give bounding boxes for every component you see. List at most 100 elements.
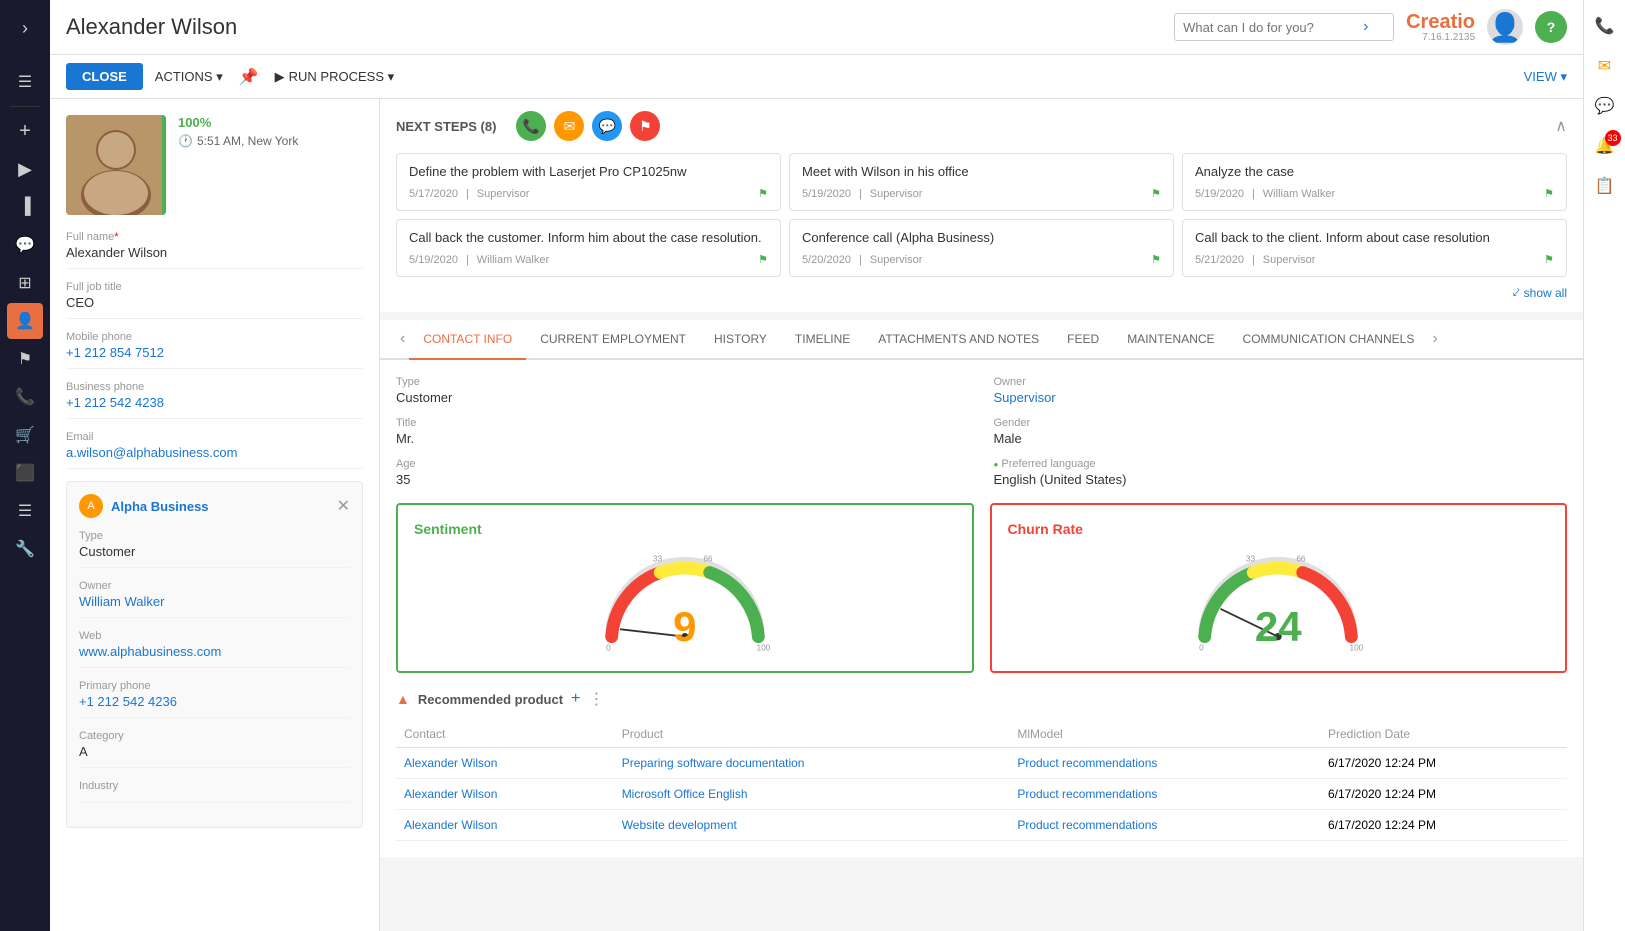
close-button[interactable]: CLOSE [66,63,143,90]
flag-action-button[interactable]: ⚑ [630,111,660,141]
logo-text: Creatio [1406,12,1475,32]
owner-value[interactable]: Supervisor [994,390,1568,405]
tab-feed[interactable]: FEED [1053,320,1113,360]
actions-button[interactable]: ACTIONS ▾ [155,69,223,85]
task-card[interactable]: Conference call (Alpha Business) 5/20/20… [789,219,1174,277]
nav-cart-icon[interactable]: 🛒 [7,417,43,453]
task-title: Call back to the client. Inform about ca… [1195,230,1554,245]
account-web-field: Web www.alphabusiness.com [79,630,350,668]
task-card[interactable]: Call back the customer. Inform him about… [396,219,781,277]
tab-maintenance[interactable]: MAINTENANCE [1113,320,1228,360]
nav-play-icon[interactable]: ▶ [7,151,43,187]
account-header: A Alpha Business ✕ [79,494,350,518]
profile-time: 🕐 5:51 AM, New York [178,134,298,148]
collapse-button[interactable]: ∧ [1555,116,1567,136]
help-icon[interactable]: ? [1535,11,1567,43]
contact-cell[interactable]: Alexander Wilson [396,810,614,841]
phone-sidebar-icon[interactable]: 📞 [1587,8,1623,44]
view-button[interactable]: VIEW ▾ [1524,69,1567,85]
tasks-sidebar-icon[interactable]: 📋 [1587,168,1623,204]
job-title-value: CEO [66,295,363,310]
churn-title: Churn Rate [1008,521,1550,537]
nav-flag-icon[interactable]: ⚑ [7,341,43,377]
type-value: Customer [396,390,970,405]
task-card[interactable]: Meet with Wilson in his office 5/19/2020… [789,153,1174,211]
svg-text:66: 66 [1297,555,1307,564]
product-col-header: Product [614,721,1010,748]
nav-list-icon[interactable]: ☰ [7,493,43,529]
right-sidebar: 📞 ✉ 💬 🔔 33 📋 [1583,0,1625,931]
nav-menu-icon[interactable]: ☰ [7,64,43,100]
task-meta: 5/19/2020 | William Walker ⚑ [1195,187,1554,200]
email-sidebar-icon[interactable]: ✉ [1587,48,1623,84]
tab-contact-info[interactable]: CONTACT INFO [409,320,526,360]
nav-tools-icon[interactable]: 🔧 [7,531,43,567]
profile-photo [66,115,166,215]
business-phone-value[interactable]: +1 212 542 4238 [66,395,363,410]
contact-cell[interactable]: Alexander Wilson [396,779,614,810]
next-steps-title: NEXT STEPS (8) [396,119,496,134]
product-cell[interactable]: Microsoft Office English [614,779,1010,810]
recommended-header: ▲ Recommended product + ⋮ [396,689,1567,709]
tab-history[interactable]: HISTORY [700,320,781,360]
task-meta: 5/20/2020 | Supervisor ⚑ [802,253,1161,266]
mlmodel-cell[interactable]: Product recommendations [1009,748,1320,779]
tab-prev-button[interactable]: ‹ [396,326,409,352]
creatio-logo: Creatio 7.16.1.2135 [1406,12,1475,43]
gender-value: Male [994,431,1568,446]
svg-text:66: 66 [703,555,713,564]
mlmodel-cell[interactable]: Product recommendations [1009,779,1320,810]
email-value[interactable]: a.wilson@alphabusiness.com [66,445,363,460]
task-title: Conference call (Alpha Business) [802,230,1161,245]
contact-cell[interactable]: Alexander Wilson [396,748,614,779]
churn-gauge: 0 33 66 100 24 [1008,545,1550,655]
pin-icon[interactable]: 📌 [235,63,263,91]
nav-add-icon[interactable]: + [7,113,43,149]
account-primary-phone-value[interactable]: +1 212 542 4236 [79,694,350,709]
nav-phone-icon[interactable]: 📞 [7,379,43,415]
task-meta: 5/19/2020 | William Walker ⚑ [409,253,768,266]
chat-action-button[interactable]: 💬 [592,111,622,141]
tab-timeline[interactable]: TIMELINE [781,320,864,360]
run-process-button[interactable]: ▶ RUN PROCESS ▾ [275,69,395,85]
account-owner-value[interactable]: William Walker [79,594,350,609]
account-close-button[interactable]: ✕ [337,496,350,516]
nav-expand-icon[interactable]: › [7,10,43,46]
nav-contact-icon[interactable]: 👤 [7,303,43,339]
nav-chart-icon[interactable]: ▐ [7,189,43,225]
mlmodel-cell[interactable]: Product recommendations [1009,810,1320,841]
tab-attachments[interactable]: ATTACHMENTS AND NOTES [864,320,1053,360]
product-cell[interactable]: Website development [614,810,1010,841]
nav-grid-icon[interactable]: ⊞ [7,265,43,301]
product-cell[interactable]: Preparing software documentation [614,748,1010,779]
task-card[interactable]: Analyze the case 5/19/2020 | William Wal… [1182,153,1567,211]
notification-sidebar-icon[interactable]: 🔔 33 [1587,128,1623,164]
nav-dashboard-icon[interactable]: ⬛ [7,455,43,491]
account-category-value: A [79,744,350,759]
task-card[interactable]: Define the problem with Laserjet Pro CP1… [396,153,781,211]
email-action-button[interactable]: ✉ [554,111,584,141]
search-box[interactable]: › [1174,13,1394,41]
prediction-date-cell: 6/17/2020 12:24 PM [1320,810,1567,841]
action-bar: CLOSE ACTIONS ▾ 📌 ▶ RUN PROCESS ▾ VIEW ▾ [50,55,1583,99]
more-options-button[interactable]: ⋮ [588,689,604,709]
chat-sidebar-icon[interactable]: 💬 [1587,88,1623,124]
notification-badge: 33 [1605,130,1621,146]
business-phone-field: Business phone +1 212 542 4238 [66,381,363,419]
account-owner-field: Owner William Walker [79,580,350,618]
tab-communication[interactable]: COMMUNICATION CHANNELS [1229,320,1429,360]
account-icon: A [79,494,103,518]
account-name[interactable]: Alpha Business [111,499,329,514]
user-avatar[interactable]: 👤 [1487,9,1523,45]
tab-current-employment[interactable]: CURRENT EMPLOYMENT [526,320,700,360]
tab-next-button[interactable]: › [1428,326,1441,352]
nav-chat-icon[interactable]: 💬 [7,227,43,263]
account-web-value[interactable]: www.alphabusiness.com [79,644,350,659]
churn-gauge-card: Churn Rate [990,503,1568,673]
show-all-link[interactable]: ⤦ show all [1513,285,1567,300]
call-action-button[interactable]: 📞 [516,111,546,141]
search-input[interactable] [1183,20,1363,35]
task-card[interactable]: Call back to the client. Inform about ca… [1182,219,1567,277]
mobile-value[interactable]: +1 212 854 7512 [66,345,363,360]
add-recommended-button[interactable]: + [571,690,580,708]
